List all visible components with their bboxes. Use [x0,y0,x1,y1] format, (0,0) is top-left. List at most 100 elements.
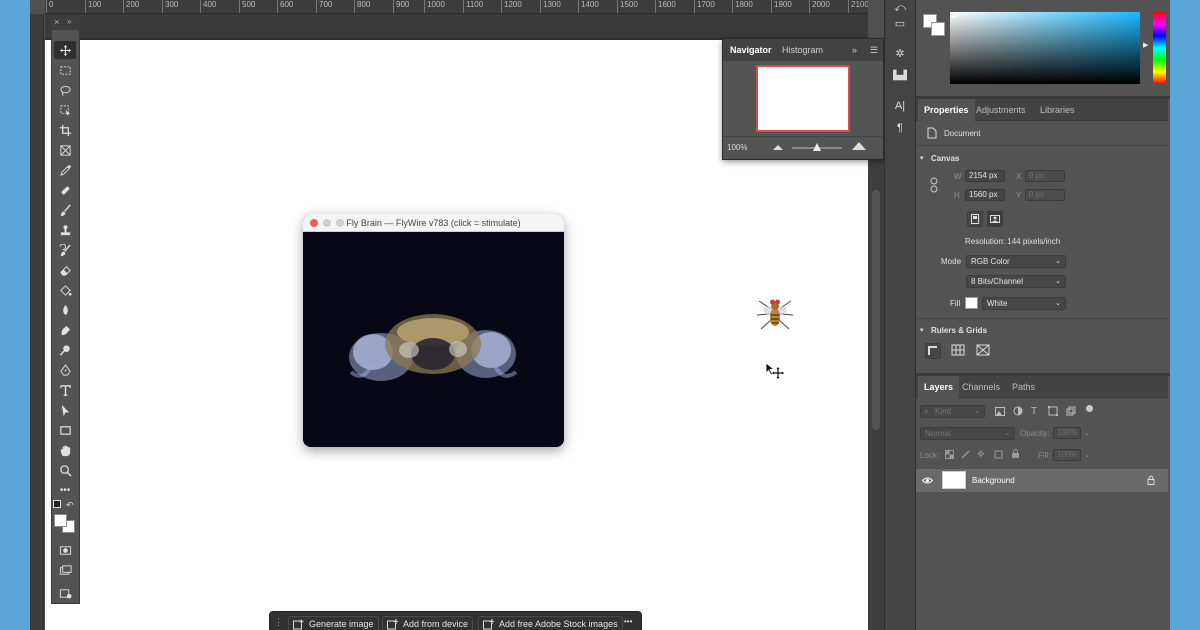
chevron-down-icon[interactable]: ⌄ [1084,429,1090,437]
shape-filter-icon[interactable] [1048,406,1058,416]
panel-menu-icon[interactable]: ☰ [870,45,878,56]
rulers-toggle-button[interactable] [925,343,941,359]
y-field[interactable]: 0 px [1025,189,1065,201]
close-icon[interactable]: × [54,17,59,27]
pixel-filter-icon[interactable] [995,407,1005,416]
tab-channels[interactable]: Channels [956,376,1006,398]
lock-position-icon[interactable]: ✥ [977,449,985,460]
comments-panel-icon[interactable]: ▭ [891,17,909,33]
horizontal-ruler[interactable]: 0 100 200 300 400 500 600 700 800 900 10… [45,0,868,14]
drag-handle-icon[interactable]: ⋮ [274,617,283,628]
blend-mode-select[interactable]: Normal ⌄ [920,427,1015,440]
smudge-tool-icon[interactable] [54,321,76,339]
portrait-orientation-button[interactable] [967,211,983,227]
filter-toggle-icon[interactable] [1086,405,1093,412]
zoom-value[interactable]: 100% [727,143,747,152]
quick-mask-icon[interactable] [54,541,76,559]
fly-icon[interactable] [753,291,797,335]
path-selection-tool-icon[interactable] [54,401,76,419]
lock-all-icon[interactable] [1011,449,1020,459]
lasso-tool-icon[interactable] [54,81,76,99]
fill-select[interactable]: White ⌄ [982,297,1066,310]
paragraph-panel-icon[interactable]: ¶ [891,122,909,138]
navigator-preview[interactable] [756,65,850,132]
crop-tool-icon[interactable] [54,121,76,139]
pen-tool-icon[interactable] [54,361,76,379]
opacity-field[interactable]: 100% [1053,427,1081,439]
frame-tool-icon[interactable] [54,141,76,159]
lock-pixels-icon[interactable] [961,450,970,459]
tab-adjustments[interactable]: Adjustments [970,99,1032,121]
bit-depth-select[interactable]: 8 Bits/Channel ⌄ [966,275,1066,288]
chevron-down-icon[interactable]: ⌄ [1084,451,1090,459]
brush-settings-icon[interactable]: ✲ [891,47,909,63]
window-titlebar[interactable]: Fly Brain — FlyWire v783 (click = stimul… [303,214,564,232]
scrollbar-thumb[interactable] [872,190,880,430]
brushes-panel-icon[interactable]: ▙▟ [891,70,909,86]
eye-icon[interactable] [922,477,933,484]
grid-toggle-button[interactable] [951,344,965,356]
tab-navigator[interactable]: Navigator [730,45,772,55]
tab-properties[interactable]: Properties [918,99,975,121]
healing-brush-tool-icon[interactable] [54,181,76,199]
canvas-section-title[interactable]: Canvas [931,154,959,163]
background-color-swatch[interactable] [931,22,945,36]
paint-bucket-tool-icon[interactable] [54,281,76,299]
screen-mode-icon[interactable] [54,561,76,579]
landscape-orientation-button[interactable] [987,211,1003,227]
history-panel-icon[interactable]: ⤺ [891,2,909,18]
blur-tool-icon[interactable] [54,301,76,319]
tab-libraries[interactable]: Libraries [1034,99,1081,121]
history-brush-tool-icon[interactable] [54,241,76,259]
dodge-tool-icon[interactable] [54,341,76,359]
eraser-tool-icon[interactable] [54,261,76,279]
adjustment-filter-icon[interactable] [1013,406,1023,416]
fly-brain-window[interactable]: Fly Brain — FlyWire v783 (click = stimul… [303,214,564,447]
layer-fill-field[interactable]: 100% [1053,449,1081,461]
add-stock-images-button[interactable]: Add free Adobe Stock images [478,616,623,630]
lock-transparent-icon[interactable] [945,450,954,459]
chevron-down-icon[interactable]: ▾ [920,326,924,334]
expand-panel-icon[interactable]: » [852,45,857,55]
fly-brain-render[interactable] [303,232,564,447]
vertical-ruler[interactable] [30,14,44,630]
hue-slider[interactable] [1153,12,1166,84]
rectangle-tool-icon[interactable] [54,421,76,439]
move-tool-icon[interactable] [54,41,76,59]
width-field[interactable]: 2154 px [965,170,1005,182]
zoom-slider-thumb[interactable] [813,143,821,151]
color-field[interactable] [950,12,1140,84]
tab-paths[interactable]: Paths [1006,376,1041,398]
height-field[interactable]: 1560 px [965,189,1005,201]
swap-colors-icon[interactable]: ↶ [66,500,74,511]
more-tools-icon[interactable]: ••• [54,481,76,499]
tab-histogram[interactable]: Histogram [782,45,823,55]
more-options-icon[interactable]: ••• [624,617,632,626]
rulers-grids-section-title[interactable]: Rulers & Grids [931,326,987,335]
layer-filter-select[interactable]: Kind ⌄ [920,405,985,418]
character-panel-icon[interactable]: A| [891,100,909,116]
generate-image-button[interactable]: Generate image [288,616,379,630]
clone-stamp-tool-icon[interactable] [54,221,76,239]
zoom-in-icon[interactable] [852,142,866,150]
layer-name[interactable]: Background [972,476,1015,485]
collapse-icon[interactable]: » [67,17,71,26]
marquee-tool-icon[interactable] [54,61,76,79]
smart-object-filter-icon[interactable] [1066,406,1076,416]
add-from-device-button[interactable]: Add from device [382,616,474,630]
guides-toggle-button[interactable] [976,344,990,356]
link-dimensions-icon[interactable] [929,177,939,193]
fill-color-swatch[interactable] [965,297,978,309]
brush-tool-icon[interactable] [54,201,76,219]
x-field[interactable]: 0 px [1025,170,1065,182]
object-selection-tool-icon[interactable] [54,101,76,119]
foreground-color-swatch[interactable] [54,514,67,527]
default-colors-icon[interactable] [53,500,61,508]
layer-row[interactable]: Background [916,469,1168,492]
lock-artboard-icon[interactable] [994,450,1003,459]
type-tool-icon[interactable] [54,381,76,399]
chevron-down-icon[interactable]: ▾ [920,154,924,162]
zoom-tool-icon[interactable] [54,461,76,479]
zoom-out-icon[interactable] [773,144,783,150]
tools-panel-header[interactable]: × » [51,16,80,30]
